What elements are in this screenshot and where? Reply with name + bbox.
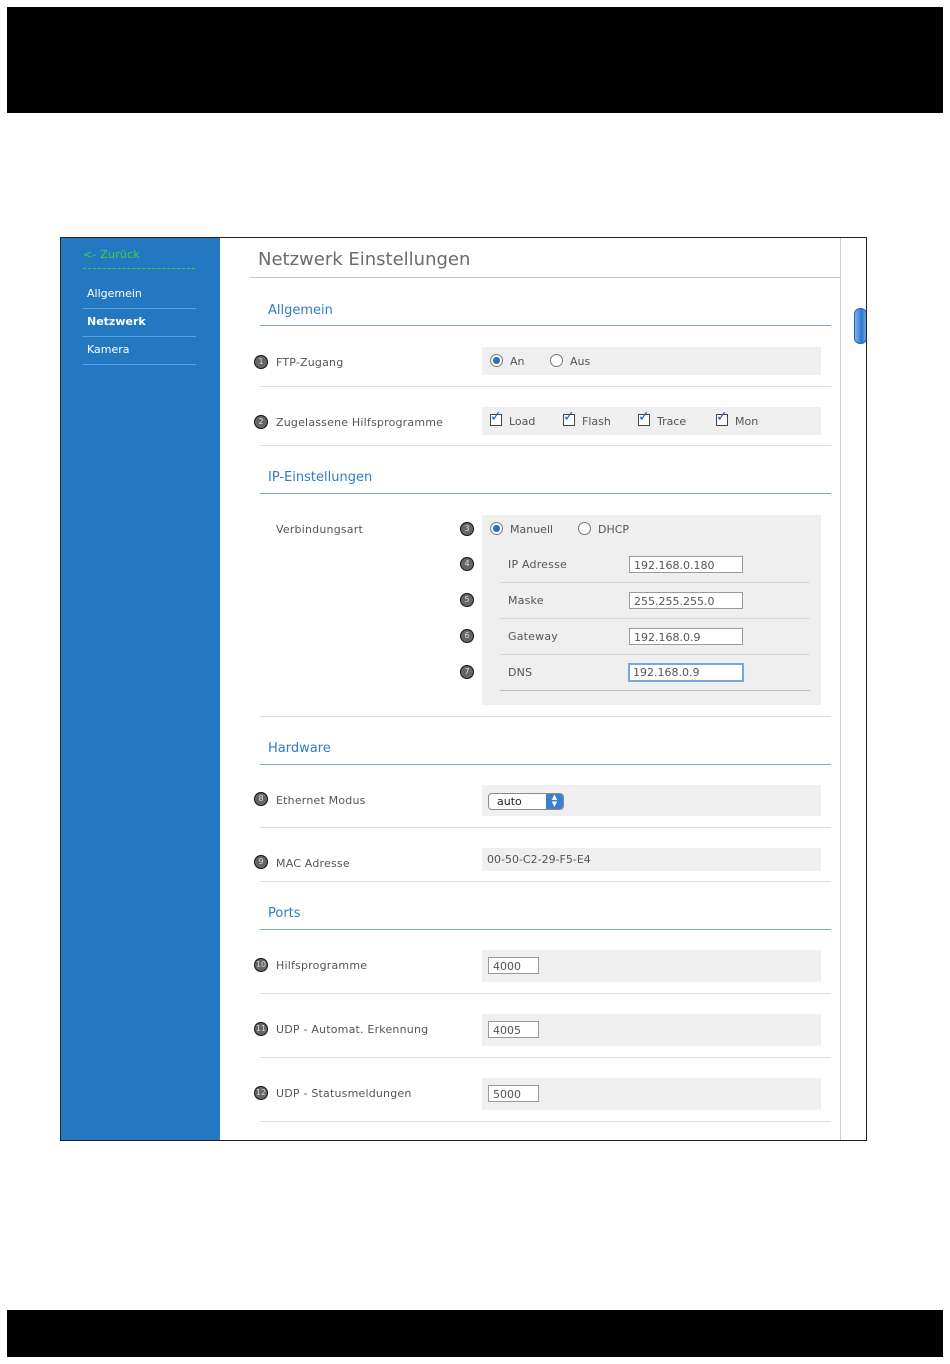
number-badge: 7: [460, 665, 474, 679]
dns-input[interactable]: [628, 663, 744, 682]
row-divider: [260, 716, 831, 717]
radio-selected-icon: [490, 354, 503, 367]
row-divider: [500, 618, 810, 619]
number-badge: 12: [254, 1086, 268, 1100]
manual-radio[interactable]: Manuell: [490, 522, 553, 536]
mac-value-box: 00-50-C2-29-F5-E4: [482, 848, 821, 871]
row-divider: [260, 1057, 831, 1058]
mask-input[interactable]: [629, 592, 743, 609]
checkbox-checked-icon: [563, 409, 575, 426]
row-divider: [260, 993, 831, 994]
port-udp-discovery-label: UDP - Automat. Erkennung: [276, 1023, 429, 1036]
mac-address-value: 00-50-C2-29-F5-E4: [487, 853, 591, 866]
tools-value-box: Load Flash Trace Mon: [482, 407, 821, 435]
page-title: Netzwerk Einstellungen: [258, 249, 471, 270]
row-divider: [260, 881, 831, 882]
scrollbar-thumb[interactable]: [854, 308, 866, 344]
number-badge: 5: [460, 593, 474, 607]
number-badge: 2: [254, 415, 268, 429]
row-divider: [500, 654, 810, 655]
tool-checkbox-trace[interactable]: Trace: [638, 409, 686, 428]
top-black-bar: [7, 7, 943, 113]
number-badge: 3: [460, 522, 474, 536]
section-divider: [260, 325, 831, 326]
number-badge: 1: [254, 355, 268, 369]
number-badge: 11: [254, 1022, 268, 1036]
vertical-scrollbar[interactable]: [840, 238, 866, 1140]
title-divider: [250, 277, 840, 278]
bottom-black-bar: [7, 1310, 943, 1357]
row-divider: [500, 582, 810, 583]
radio-empty-icon: [550, 354, 563, 367]
dhcp-radio[interactable]: DHCP: [578, 522, 629, 536]
tool-checkbox-mon[interactable]: Mon: [716, 409, 758, 428]
number-badge: 10: [254, 958, 268, 972]
mac-address-label: MAC Adresse: [276, 857, 350, 870]
sidebar-item-kamera[interactable]: Kamera: [82, 338, 196, 365]
port-udp-status-input[interactable]: [488, 1085, 539, 1102]
section-title-ip: IP-Einstellungen: [268, 470, 373, 485]
checkbox-checked-icon: [716, 409, 728, 426]
row-divider: [500, 690, 810, 691]
sidebar-item-allgemein[interactable]: Allgemein: [82, 282, 196, 309]
gateway-input[interactable]: [629, 628, 743, 645]
ftp-off-radio[interactable]: Aus: [550, 354, 590, 368]
radio-selected-icon: [490, 522, 503, 535]
ftp-label: FTP-Zugang: [276, 356, 344, 369]
tool-checkbox-flash[interactable]: Flash: [563, 409, 611, 428]
port-tools-label: Hilfsprogramme: [276, 959, 368, 972]
back-link[interactable]: <- Zurück: [83, 248, 195, 269]
number-badge: 9: [254, 855, 268, 869]
mask-label: Maske: [508, 594, 544, 607]
section-title-allgemein: Allgemein: [268, 303, 333, 318]
section-title-ports: Ports: [268, 906, 301, 921]
number-badge: 4: [460, 557, 474, 571]
row-divider: [260, 445, 831, 446]
port-udp-status-label: UDP - Statusmeldungen: [276, 1087, 412, 1100]
row-divider: [260, 827, 831, 828]
ftp-on-radio[interactable]: An: [490, 354, 525, 368]
port-tools-input[interactable]: [488, 957, 539, 974]
connection-type-label: Verbindungsart: [276, 523, 363, 536]
sidebar: <- Zurück Allgemein Netzwerk Kamera: [61, 238, 220, 1140]
ethernet-mode-select[interactable]: auto ▲ ▼: [488, 793, 564, 810]
dns-label: DNS: [508, 666, 533, 679]
section-title-hardware: Hardware: [268, 741, 331, 756]
ethernet-mode-label: Ethernet Modus: [276, 794, 366, 807]
port-udp-discovery-input[interactable]: [488, 1021, 539, 1038]
row-divider: [260, 1121, 831, 1122]
settings-window: <- Zurück Allgemein Netzwerk Kamera Netz…: [60, 237, 867, 1141]
section-divider: [260, 929, 831, 930]
row-divider: [260, 386, 831, 387]
number-badge: 6: [460, 629, 474, 643]
tool-checkbox-load[interactable]: Load: [490, 409, 535, 428]
tools-label: Zugelassene Hilfsprogramme: [276, 416, 444, 429]
checkbox-checked-icon: [638, 409, 650, 426]
radio-empty-icon: [578, 522, 591, 535]
updown-arrows-icon: ▲ ▼: [546, 794, 563, 809]
ftp-value-box: An Aus: [482, 347, 821, 375]
ip-address-input[interactable]: [629, 556, 743, 573]
checkbox-checked-icon: [490, 409, 502, 426]
sidebar-item-netzwerk[interactable]: Netzwerk: [82, 310, 196, 337]
section-divider: [260, 764, 831, 765]
gateway-label: Gateway: [508, 630, 558, 643]
number-badge: 8: [254, 792, 268, 806]
section-divider: [260, 493, 831, 494]
ip-address-label: IP Adresse: [508, 558, 567, 571]
main-content: Netzwerk Einstellungen Allgemein 1 FTP-Z…: [220, 238, 840, 1140]
